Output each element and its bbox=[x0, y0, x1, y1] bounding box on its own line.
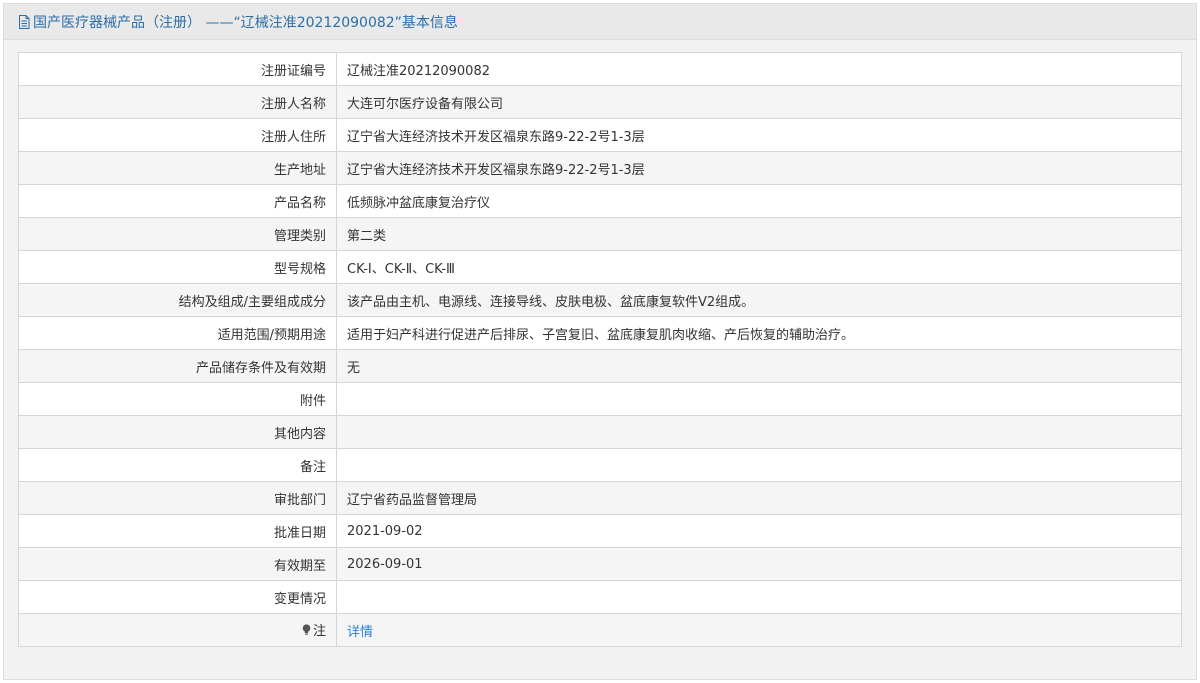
row-label: 型号规格 bbox=[18, 250, 337, 284]
table-row: 备注 bbox=[18, 448, 1182, 482]
table-row: 批准日期 2021-09-02 bbox=[18, 514, 1182, 548]
row-label: 批准日期 bbox=[18, 514, 337, 548]
note-label-cell: 注 bbox=[18, 613, 337, 647]
info-panel: 国产医疗器械产品（注册） ——“辽械注准20212090082”基本信息 注册证… bbox=[3, 3, 1197, 680]
info-table: 注册证编号 辽械注准20212090082 注册人名称 大连可尔医疗设备有限公司 注册人… bbox=[18, 52, 1182, 647]
row-value: 2026-09-01 bbox=[336, 547, 1182, 581]
row-value: 大连可尔医疗设备有限公司 bbox=[336, 85, 1182, 119]
row-label: 注册人住所 bbox=[18, 118, 337, 152]
document-icon bbox=[19, 14, 30, 29]
table-row: 审批部门 辽宁省药品监督管理局 bbox=[18, 481, 1182, 515]
table-row: 附件 bbox=[18, 382, 1182, 416]
table-row: 产品储存条件及有效期无 bbox=[18, 349, 1182, 383]
table-row: 变更情况 bbox=[18, 580, 1182, 614]
row-label: 附件 bbox=[18, 382, 337, 416]
row-label: 其他内容 bbox=[18, 415, 337, 449]
table-row: 注册人名称 大连可尔医疗设备有限公司 bbox=[18, 85, 1182, 119]
page-title: 国产医疗器械产品（注册） ——“辽械注准20212090082”基本信息 bbox=[33, 14, 458, 31]
note-label: 注 bbox=[302, 620, 326, 639]
row-value: 低频脉冲盆底康复治疗仪 bbox=[336, 184, 1182, 218]
row-value: 无 bbox=[336, 349, 1182, 383]
detail-link[interactable]: 详情 bbox=[347, 625, 373, 640]
row-value: 辽械注准20212090082 bbox=[336, 52, 1182, 86]
row-label: 注册人名称 bbox=[18, 85, 337, 119]
panel-header: 国产医疗器械产品（注册） ——“辽械注准20212090082”基本信息 bbox=[4, 4, 1196, 40]
row-label: 注册证编号 bbox=[18, 52, 337, 86]
table-row: 生产地址 辽宁省大连经济技术开发区福泉东路9-22-2号1-3层 bbox=[18, 151, 1182, 185]
row-label: 管理类别 bbox=[18, 217, 337, 251]
row-value bbox=[336, 580, 1182, 614]
row-value: 第二类 bbox=[336, 217, 1182, 251]
row-value: 适用于妇产科进行促进产后排尿、子宫复旧、盆底康复肌肉收缩、产后恢复的辅助治疗。 bbox=[336, 316, 1182, 350]
row-label: 变更情况 bbox=[18, 580, 337, 614]
table-row: 结构及组成/主要组成成分 该产品由主机、电源线、连接导线、皮肤电极、盆底康复软件V… bbox=[18, 283, 1182, 317]
row-value: 辽宁省药品监督管理局 bbox=[336, 481, 1182, 515]
panel-body: 注册证编号 辽械注准20212090082 注册人名称 大连可尔医疗设备有限公司 注册人… bbox=[18, 52, 1182, 647]
row-label: 备注 bbox=[18, 448, 337, 482]
table-row: 管理类别 第二类 bbox=[18, 217, 1182, 251]
table-row: 注册人住所 辽宁省大连经济技术开发区福泉东路9-22-2号1-3层 bbox=[18, 118, 1182, 152]
table-row: 产品名称 低频脉冲盆底康复治疗仪 bbox=[18, 184, 1182, 218]
row-value: CK-Ⅰ、CK-Ⅱ、CK-Ⅲ bbox=[336, 250, 1182, 284]
row-value: 该产品由主机、电源线、连接导线、皮肤电极、盆底康复软件V2组成。 bbox=[336, 283, 1182, 317]
row-label: 审批部门 bbox=[18, 481, 337, 515]
row-label: 产品储存条件及有效期 bbox=[18, 349, 337, 383]
row-value: 辽宁省大连经济技术开发区福泉东路9-22-2号1-3层 bbox=[336, 118, 1182, 152]
table-row: 适用范围/预期用途 适用于妇产科进行促进产后排尿、子宫复旧、盆底康复肌肉收缩、产后… bbox=[18, 316, 1182, 350]
table-row: 其他内容 bbox=[18, 415, 1182, 449]
row-value bbox=[336, 448, 1182, 482]
row-value: 2021-09-02 bbox=[336, 514, 1182, 548]
row-label: 生产地址 bbox=[18, 151, 337, 185]
row-label: 适用范围/预期用途 bbox=[18, 316, 337, 350]
note-row: 注 详情 bbox=[18, 613, 1182, 647]
table-row: 有效期至 2026-09-01 bbox=[18, 547, 1182, 581]
info-rows: 注册证编号 辽械注准20212090082 注册人名称 大连可尔医疗设备有限公司 注册人… bbox=[18, 52, 1182, 647]
row-value: 辽宁省大连经济技术开发区福泉东路9-22-2号1-3层 bbox=[336, 151, 1182, 185]
row-value bbox=[336, 382, 1182, 416]
note-label-text: 注 bbox=[312, 624, 326, 640]
row-value bbox=[336, 415, 1182, 449]
table-row: 注册证编号 辽械注准20212090082 bbox=[18, 52, 1182, 86]
lightbulb-icon bbox=[302, 624, 311, 635]
note-value-cell: 详情 bbox=[336, 613, 1182, 647]
table-row: 型号规格 CK-Ⅰ、CK-Ⅱ、CK-Ⅲ bbox=[18, 250, 1182, 284]
row-label: 有效期至 bbox=[18, 547, 337, 581]
row-label: 结构及组成/主要组成成分 bbox=[18, 283, 337, 317]
row-label: 产品名称 bbox=[18, 184, 337, 218]
